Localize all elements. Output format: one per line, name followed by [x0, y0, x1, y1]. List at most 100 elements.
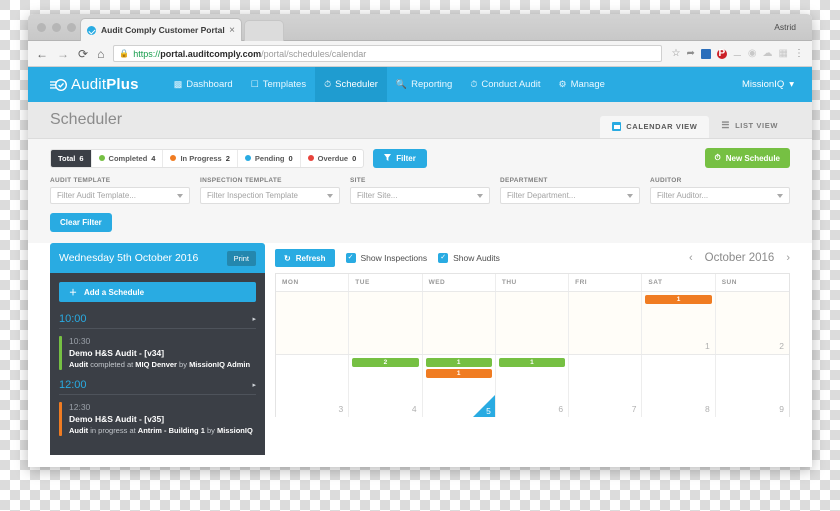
filter-field-department: DEPARTMENT Filter Department... — [500, 177, 640, 204]
calendar-day-cell[interactable]: 9 — [715, 355, 789, 417]
nav-item-manage[interactable]: ⚙ Manage — [550, 67, 614, 102]
auditor-select[interactable]: Filter Auditor... — [650, 187, 790, 204]
chevron-right-icon[interactable]: ▸ — [252, 381, 256, 389]
new-schedule-button[interactable]: ⏱ New Schedule — [704, 148, 790, 168]
day-panel-header: Wednesday 5th October 2016 Print — [50, 243, 265, 273]
calendar-day-cell[interactable]: 1 1 — [642, 292, 716, 354]
slot-header[interactable]: 12:00 ▸ — [59, 379, 256, 395]
inspection-template-select[interactable]: Filter Inspection Template — [200, 187, 340, 204]
brand-logo[interactable]: AuditPlus — [50, 76, 139, 93]
event-time: 12:30 — [69, 401, 91, 412]
dash-icon[interactable]: ⚊ — [733, 48, 742, 59]
nav-item-scheduler[interactable]: ⏱ Scheduler — [315, 67, 387, 102]
calendar-day-cell[interactable] — [422, 292, 496, 354]
status-badge-group: Total 6 Completed 4 In Progress 2 Pendin… — [50, 148, 365, 168]
status-badge-total[interactable]: Total 6 — [51, 149, 92, 167]
tab-list-view[interactable]: ☰ LIST VIEW — [709, 114, 790, 138]
calendar-event-pill[interactable]: 1 — [645, 295, 712, 304]
nav-item-templates[interactable]: ☐ Templates — [242, 67, 315, 102]
calendar-day-cell[interactable]: 7 — [569, 355, 643, 417]
schedule-event[interactable]: 12:30 Demo H&S Audit - [v35] Audit in pr… — [59, 401, 256, 436]
checkbox-icon: ✓ — [345, 253, 356, 263]
status-dot-icon — [307, 155, 314, 161]
back-button[interactable]: ← — [36, 48, 48, 60]
chevron-down-icon: ▾ — [789, 79, 794, 90]
field-label: SITE — [350, 177, 366, 184]
clear-filter-button[interactable]: Clear Filter — [50, 213, 112, 232]
close-tab-icon[interactable]: × — [229, 25, 235, 36]
calendar-event-pill[interactable]: 1 — [425, 358, 492, 367]
refresh-button[interactable]: ↻ Refresh — [275, 249, 335, 267]
minimize-window-button[interactable] — [52, 23, 61, 32]
calendar-day-cell[interactable] — [276, 292, 350, 354]
chevron-right-icon[interactable]: ▸ — [252, 315, 256, 323]
filter-field-site: SITE Filter Site... — [350, 177, 490, 204]
status-badge-in-progress[interactable]: In Progress 2 — [163, 149, 238, 167]
add-schedule-button[interactable]: ＋ Add a Schedule — [59, 282, 256, 302]
send-icon[interactable]: ➦ — [686, 48, 694, 59]
schedule-event[interactable]: 10:30 Demo H&S Audit - [v34] Audit compl… — [59, 336, 256, 370]
status-badge-pending[interactable]: Pending 0 — [238, 149, 301, 167]
pinterest-icon[interactable]: P — [716, 48, 727, 59]
window-controls[interactable] — [37, 23, 76, 32]
filter-field-inspection-template: INSPECTION TEMPLATE Filter Inspection Te… — [200, 177, 340, 204]
browser-tab[interactable]: Audit Comply Customer Portal × — [80, 18, 242, 41]
site-select[interactable]: Filter Site... — [350, 187, 490, 204]
show-inspections-checkbox[interactable]: ✓ Show Inspections — [345, 253, 427, 263]
url-input[interactable]: 🔒 https://portal.auditcomply.com/portal/… — [113, 45, 663, 62]
cloud-icon[interactable]: ☁ — [763, 48, 773, 59]
wc-extension-icon[interactable]: ▦ — [779, 48, 788, 59]
status-badge-completed[interactable]: Completed 4 — [92, 149, 164, 167]
bluebox-extension-icon[interactable] — [700, 48, 711, 59]
dow-sun: SUN — [721, 279, 737, 286]
department-select[interactable]: Filter Department... — [500, 187, 640, 204]
calendar-event-pill[interactable]: 2 — [352, 358, 419, 367]
maximize-window-button[interactable] — [67, 23, 76, 32]
calendar-day-cell[interactable]: 2 4 — [349, 355, 423, 417]
add-schedule-label: Add a Schedule — [84, 287, 145, 297]
chevron-down-icon — [777, 193, 783, 198]
status-badge-overdue[interactable]: Overdue 0 — [301, 150, 364, 167]
new-tab-button[interactable] — [244, 20, 284, 41]
print-button[interactable]: Print — [226, 250, 256, 266]
month-label: October 2016 — [704, 252, 775, 264]
forward-button[interactable]: → — [57, 48, 69, 60]
day-number: 6 — [558, 404, 564, 414]
calendar-day-cell[interactable]: 3 — [276, 355, 350, 417]
nav-item-reporting[interactable]: 🔍 Reporting — [387, 67, 461, 102]
next-month-button[interactable]: › — [786, 252, 790, 264]
status-dot-icon — [244, 155, 251, 161]
calendar-day-cell[interactable]: 1 6 — [495, 355, 570, 417]
calendar-day-cell[interactable] — [569, 292, 643, 354]
calendar-event-pill[interactable]: 1 — [425, 369, 492, 378]
calendar-day-cell[interactable]: 8 — [642, 355, 716, 417]
circle-icon[interactable]: ◉ — [748, 48, 757, 59]
status-badge-label: Total — [58, 153, 76, 163]
calendar-day-cell[interactable] — [495, 292, 570, 354]
nav-item-dashboard[interactable]: ▩ Dashboard — [165, 67, 242, 102]
calendar-day-cell-selected[interactable]: 1 1 5 — [422, 355, 496, 417]
bookmark-star-icon[interactable]: ☆ — [671, 48, 680, 59]
day-number: 1 — [704, 341, 710, 351]
user-menu[interactable]: MissionIQ ▾ — [742, 79, 794, 90]
show-audits-checkbox[interactable]: ✓ Show Audits — [438, 253, 500, 263]
calendar-event-pill[interactable]: 1 — [498, 358, 566, 367]
prev-month-button[interactable]: ‹ — [689, 252, 693, 264]
day-number: 4 — [411, 404, 417, 414]
browser-menu-icon[interactable]: ⋮ — [794, 48, 804, 59]
app-top-nav: AuditPlus ▩ Dashboard ☐ Templates ⏱ Sche… — [28, 67, 812, 102]
slot-header[interactable]: 10:00 ▸ — [59, 313, 256, 329]
home-button[interactable]: ⌂ — [97, 48, 104, 60]
chevron-down-icon — [327, 193, 333, 198]
close-window-button[interactable] — [37, 23, 46, 32]
nav-item-label: Scheduler — [335, 79, 378, 90]
reload-button[interactable]: ⟳ — [78, 48, 88, 60]
calendar-day-cell[interactable] — [349, 292, 423, 354]
auditplus-logo-icon — [50, 78, 67, 92]
nav-item-conduct-audit[interactable]: ⏱ Conduct Audit — [461, 67, 549, 102]
audit-template-select[interactable]: Filter Audit Template... — [50, 187, 190, 204]
tab-calendar-view[interactable]: CALENDAR VIEW — [600, 116, 710, 138]
filter-button[interactable]: Filter — [373, 148, 427, 168]
browser-profile-name[interactable]: Astrid — [768, 20, 802, 34]
calendar-day-cell[interactable]: 2 — [715, 292, 789, 354]
